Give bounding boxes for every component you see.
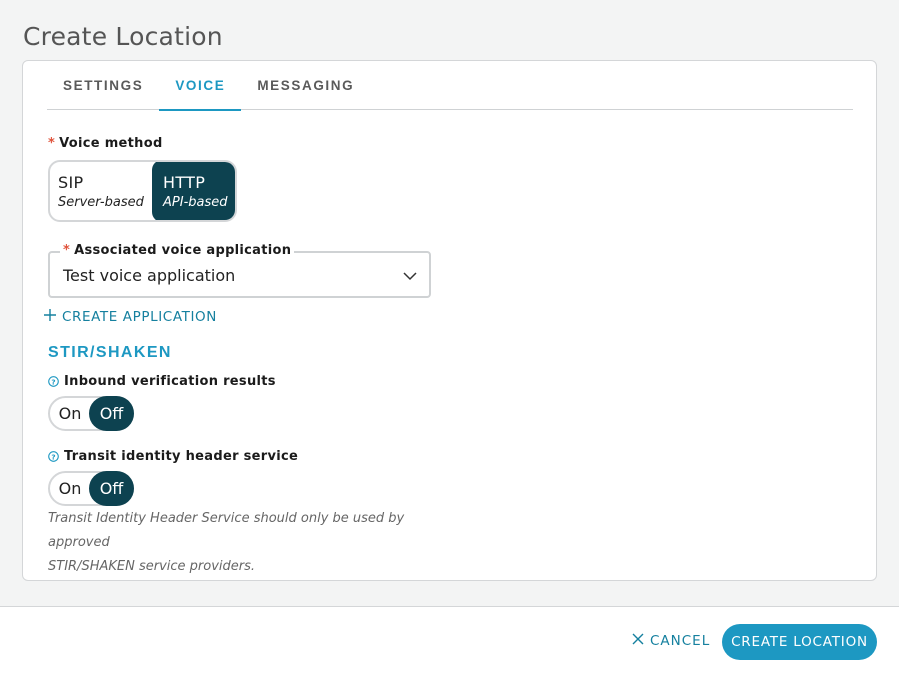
voice-method-selector: SIP Server-based HTTP API-based: [48, 160, 237, 222]
create-location-button[interactable]: CREATE LOCATION: [722, 624, 877, 660]
toggle-off-option[interactable]: Off: [89, 471, 134, 506]
toggle-on-option[interactable]: On: [50, 404, 90, 423]
sip-option-title: SIP: [58, 172, 84, 192]
toggle-off-option[interactable]: Off: [89, 396, 134, 431]
helper-line-2: STIR/SHAKEN service providers.: [48, 559, 256, 574]
voice-method-label: * Voice method: [48, 136, 163, 151]
transit-helper-text: Transit Identity Header Service should o…: [48, 507, 468, 579]
cancel-button[interactable]: CANCEL: [632, 633, 710, 649]
tab-settings[interactable]: SETTINGS: [47, 61, 159, 110]
required-marker: *: [48, 136, 56, 151]
http-option-subtitle: API-based: [163, 194, 228, 210]
close-icon: [632, 633, 644, 649]
help-circle-icon[interactable]: ?: [48, 376, 59, 387]
voice-application-value: Test voice application: [63, 266, 236, 285]
transit-identity-label: ? Transit identity header service: [48, 449, 298, 464]
svg-text:?: ?: [51, 377, 55, 386]
tab-messaging[interactable]: MESSAGING: [241, 61, 370, 110]
inbound-verification-label: ? Inbound verification results: [48, 374, 276, 389]
helper-line-1: Transit Identity Header Service should o…: [48, 511, 405, 550]
plus-icon: [44, 309, 56, 325]
tab-voice[interactable]: VOICE: [159, 61, 242, 111]
voice-application-select[interactable]: * Associated voice application Test voice…: [48, 243, 431, 298]
cancel-label: CANCEL: [650, 633, 711, 649]
voice-method-http-option[interactable]: HTTP API-based: [152, 162, 235, 220]
location-form-card: SETTINGS VOICE MESSAGING * Voice method S…: [22, 60, 877, 581]
required-marker: *: [63, 243, 71, 258]
svg-text:?: ?: [51, 452, 55, 461]
voice-application-label-text: Associated voice application: [74, 243, 292, 258]
create-application-button[interactable]: CREATE APPLICATION: [44, 309, 217, 325]
help-circle-icon[interactable]: ?: [48, 451, 59, 462]
chevron-down-icon: [403, 268, 417, 286]
sip-option-subtitle: Server-based: [58, 194, 144, 210]
footer-bar: CANCEL CREATE LOCATION: [0, 606, 899, 673]
create-application-label: CREATE APPLICATION: [62, 309, 217, 325]
voice-method-label-text: Voice method: [59, 136, 163, 151]
voice-application-label: * Associated voice application: [60, 243, 295, 258]
voice-method-sip-option[interactable]: SIP Server-based: [50, 162, 152, 220]
toggle-on-option[interactable]: On: [50, 479, 90, 498]
http-option-title: HTTP: [163, 172, 206, 192]
inbound-verification-label-text: Inbound verification results: [64, 374, 276, 389]
tab-bar: SETTINGS VOICE MESSAGING: [47, 61, 853, 111]
page-title: Create Location: [23, 22, 223, 51]
transit-identity-toggle[interactable]: On Off: [48, 471, 134, 506]
stir-shaken-heading: STIR/SHAKEN: [48, 344, 172, 361]
inbound-verification-toggle[interactable]: On Off: [48, 396, 134, 431]
transit-identity-label-text: Transit identity header service: [64, 449, 299, 464]
